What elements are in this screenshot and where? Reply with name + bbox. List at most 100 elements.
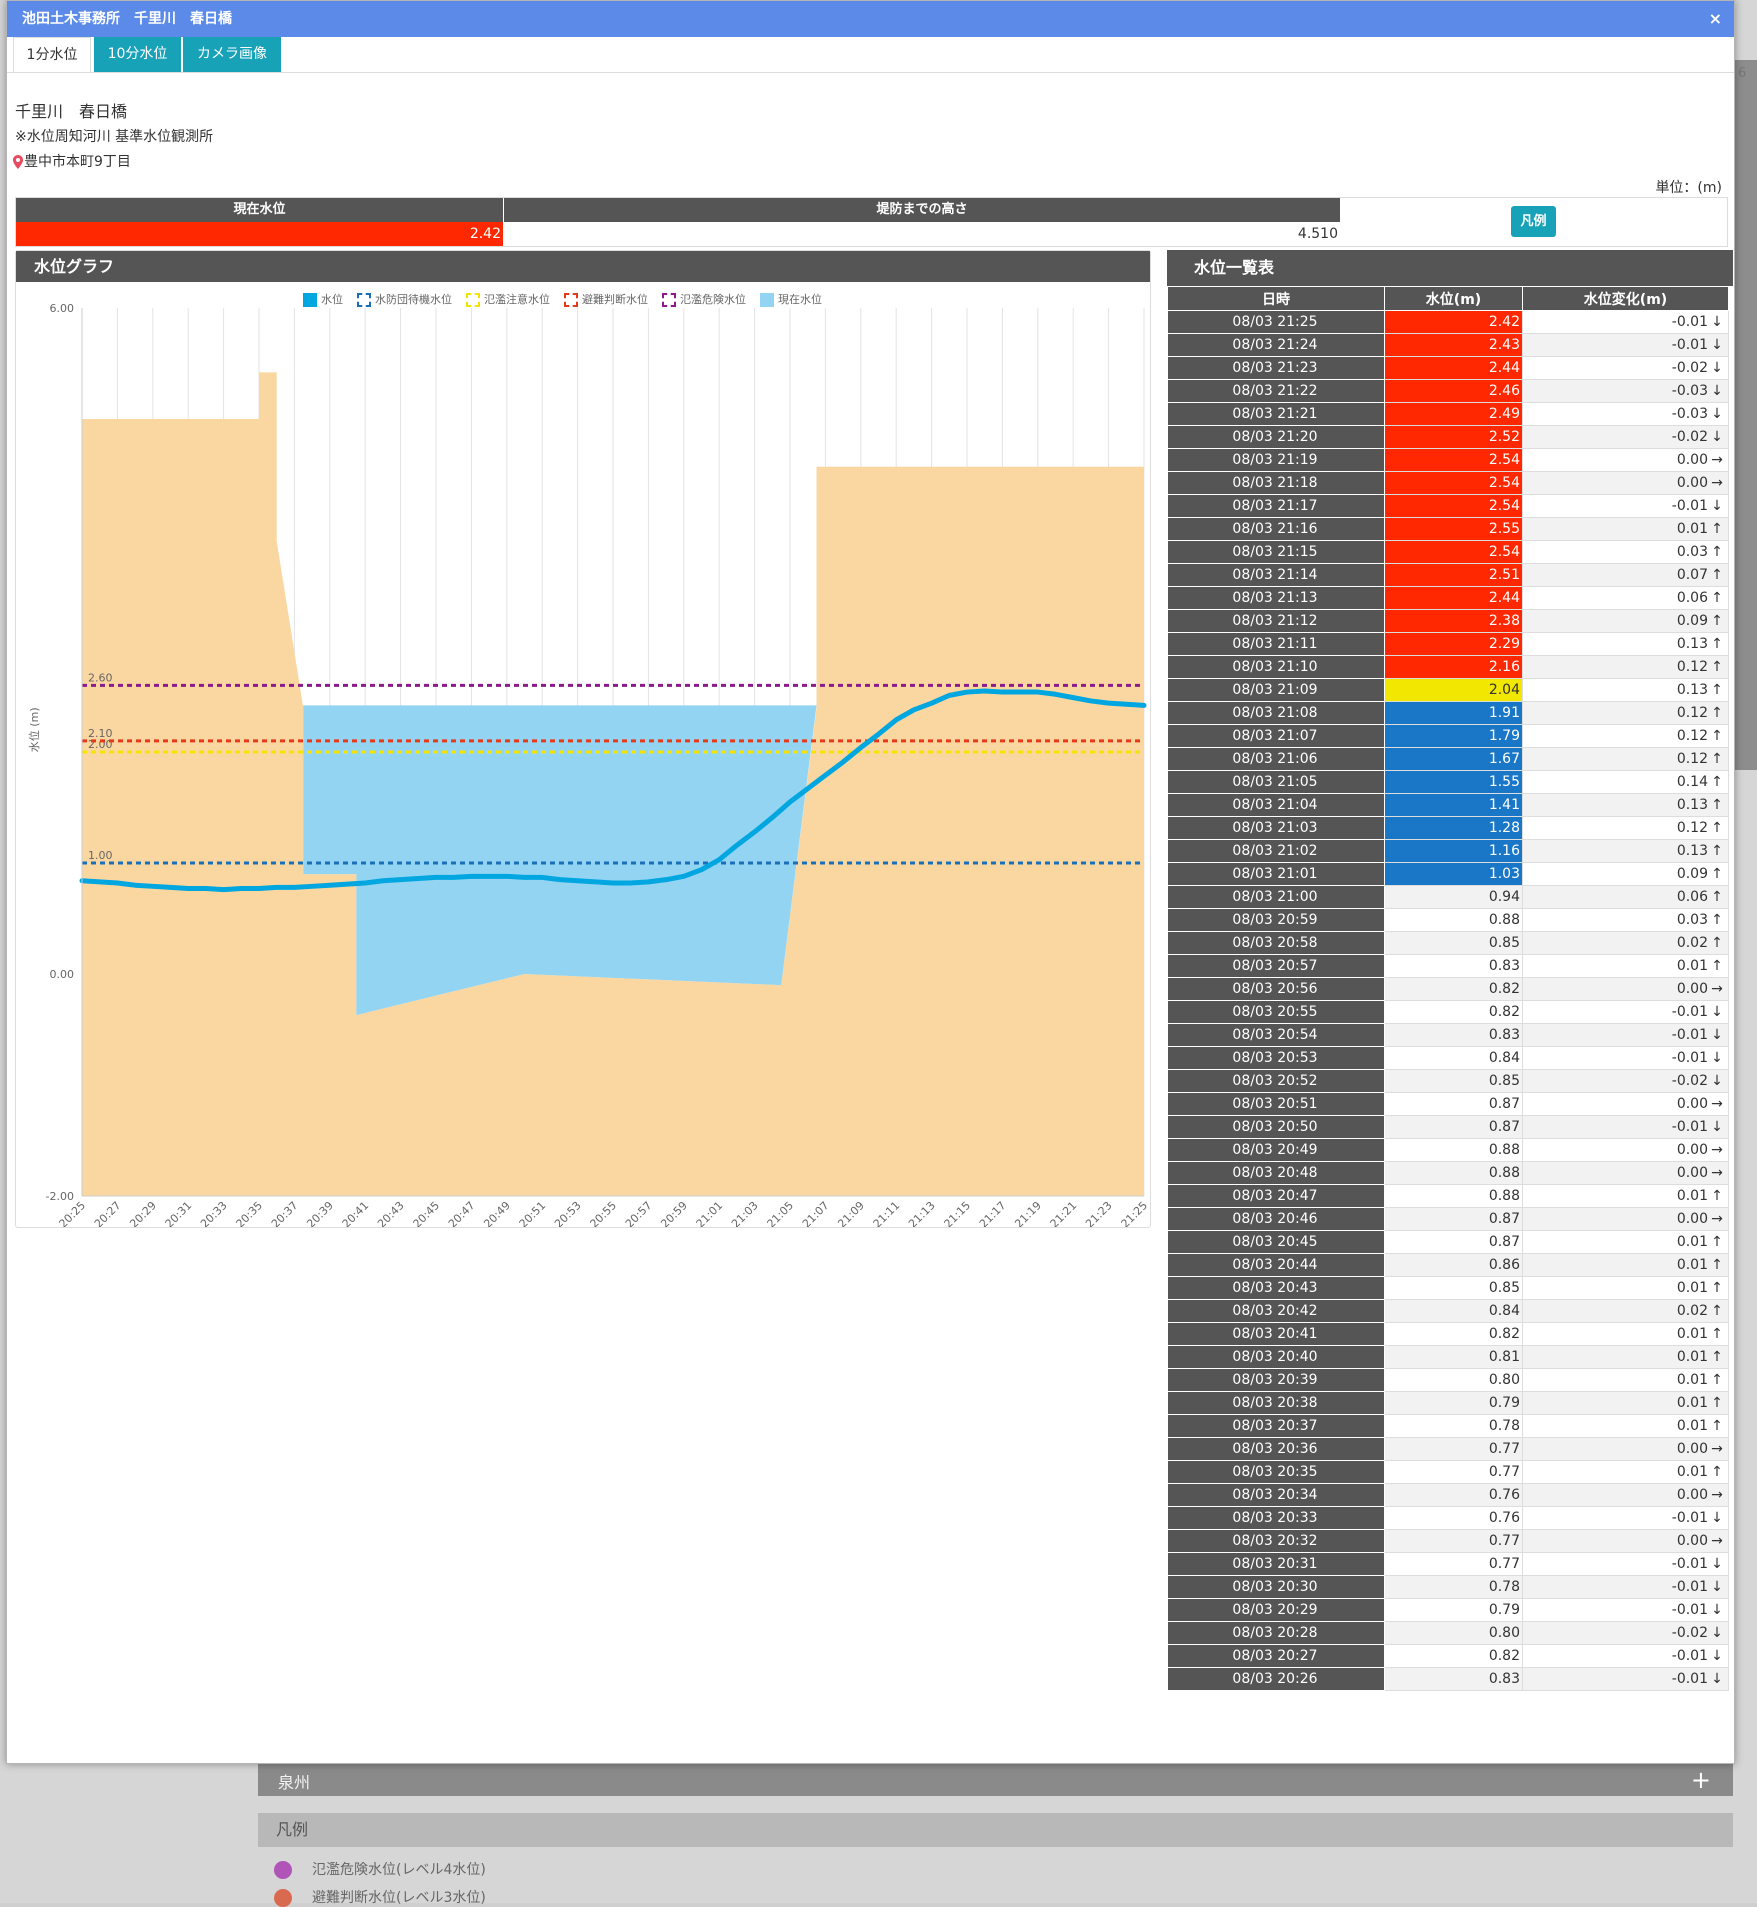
table-row: 08/03 21:25 2.42 -0.01 ↓ — [1167, 310, 1729, 334]
row-change-value: 0.09 — [1676, 866, 1708, 882]
panel-izumi[interactable]: 泉州 + — [258, 1762, 1733, 1796]
arrow-up-icon: ↑ — [1711, 544, 1723, 560]
x-tick-label: 21:13 — [906, 1199, 938, 1227]
arrow-down-icon: ↓ — [1711, 1671, 1723, 1687]
row-datetime: 08/03 20:52 — [1167, 1069, 1385, 1093]
chart-legend-item[interactable]: 水防団待機水位 — [357, 291, 452, 307]
row-change: -0.02 ↓ — [1522, 356, 1729, 380]
chart-legend-item[interactable]: 避難判断水位 — [564, 291, 648, 307]
legend-item-label: 氾濫危険水位(レベル4水位) — [312, 1862, 486, 1878]
row-change: 0.02 ↑ — [1522, 1299, 1729, 1323]
chart-legend-item[interactable]: 氾濫危険水位 — [662, 291, 746, 307]
row-level: 1.79 — [1384, 724, 1523, 748]
legend-panel-title[interactable]: 凡例 — [258, 1813, 1733, 1847]
row-datetime: 08/03 21:25 — [1167, 310, 1385, 334]
row-level: 0.86 — [1384, 1253, 1523, 1277]
arrow-up-icon: ↑ — [1711, 1234, 1723, 1250]
row-datetime: 08/03 21:22 — [1167, 379, 1385, 403]
row-change: -0.01 ↓ — [1522, 494, 1729, 518]
tab-camera[interactable]: カメラ画像 — [183, 37, 281, 73]
table-row: 08/03 20:57 0.83 0.01 ↑ — [1167, 954, 1729, 978]
x-tick-label: 20:57 — [623, 1199, 655, 1227]
plus-icon[interactable]: + — [1691, 1766, 1711, 1794]
row-change-value: 0.01 — [1676, 1257, 1708, 1273]
x-tick-label: 20:37 — [269, 1199, 301, 1227]
row-level: 1.67 — [1384, 747, 1523, 771]
arrow-up-icon: ↑ — [1711, 521, 1723, 537]
row-change-value: 0.02 — [1676, 1303, 1708, 1319]
table-row: 08/03 21:16 2.55 0.01 ↑ — [1167, 517, 1729, 541]
header-datetime: 日時 — [1167, 286, 1385, 311]
row-change: -0.02 ↓ — [1522, 1069, 1729, 1093]
arrow-up-icon: ↑ — [1711, 1349, 1723, 1365]
row-level: 2.38 — [1384, 609, 1523, 633]
row-datetime: 08/03 20:50 — [1167, 1115, 1385, 1139]
row-level: 2.16 — [1384, 655, 1523, 679]
row-datetime: 08/03 21:20 — [1167, 425, 1385, 449]
table-row: 08/03 21:15 2.54 0.03 ↑ — [1167, 540, 1729, 564]
row-level: 2.44 — [1384, 356, 1523, 380]
row-datetime: 08/03 20:36 — [1167, 1437, 1385, 1461]
arrow-right-icon: → — [1711, 981, 1723, 997]
y-tick-label: 6.00 — [50, 302, 75, 315]
row-level: 0.76 — [1384, 1483, 1523, 1507]
arrow-down-icon: ↓ — [1711, 498, 1723, 514]
chart-legend-label: 避難判断水位 — [582, 293, 648, 306]
row-level: 1.03 — [1384, 862, 1523, 886]
chart-legend-item[interactable]: 水位 — [303, 291, 343, 307]
arrow-up-icon: ↑ — [1711, 659, 1723, 675]
legend-swatch-icon — [303, 293, 317, 307]
row-change: 0.13 ↑ — [1522, 678, 1729, 702]
arrow-up-icon: ↑ — [1711, 1280, 1723, 1296]
arrow-up-icon: ↑ — [1711, 889, 1723, 905]
row-change: 0.12 ↑ — [1522, 816, 1729, 840]
legend-swatch-icon — [357, 293, 371, 307]
row-change-value: -0.01 — [1671, 498, 1708, 514]
row-level: 2.54 — [1384, 494, 1523, 518]
row-datetime: 08/03 21:07 — [1167, 724, 1385, 748]
arrow-up-icon: ↑ — [1711, 1464, 1723, 1480]
table-row: 08/03 20:31 0.77 -0.01 ↓ — [1167, 1552, 1729, 1576]
tab-10min[interactable]: 10分水位 — [94, 37, 181, 73]
row-level: 0.77 — [1384, 1529, 1523, 1553]
row-change: 0.06 ↑ — [1522, 586, 1729, 610]
table-row: 08/03 21:09 2.04 0.13 ↑ — [1167, 678, 1729, 702]
row-level: 2.54 — [1384, 471, 1523, 495]
arrow-up-icon: ↑ — [1711, 636, 1723, 652]
row-change: -0.03 ↓ — [1522, 402, 1729, 426]
chart-legend-item[interactable]: 現在水位 — [760, 291, 822, 307]
x-tick-label: 20:47 — [446, 1199, 478, 1227]
graph-title: 水位グラフ — [16, 251, 1150, 282]
tab-divider — [7, 72, 1734, 73]
table-row: 08/03 20:40 0.81 0.01 ↑ — [1167, 1345, 1729, 1369]
summary-table: 現在水位 堤防までの高さ 2.42 4.510 — [15, 197, 1728, 247]
levee-height-header: 堤防までの高さ — [504, 198, 1340, 222]
row-level: 0.79 — [1384, 1391, 1523, 1415]
threshold-label: 2.10 — [88, 727, 113, 740]
table-row: 08/03 21:03 1.28 0.12 ↑ — [1167, 816, 1729, 840]
table-row: 08/03 21:18 2.54 0.00 → — [1167, 471, 1729, 495]
arrow-up-icon: ↑ — [1711, 1326, 1723, 1342]
current-level-header: 現在水位 — [16, 198, 503, 222]
table-row: 08/03 21:24 2.43 -0.01 ↓ — [1167, 333, 1729, 357]
arrow-down-icon: ↓ — [1711, 1556, 1723, 1572]
table-row: 08/03 20:39 0.80 0.01 ↑ — [1167, 1368, 1729, 1392]
tab-1min[interactable]: 1分水位 — [13, 37, 91, 73]
legend-button[interactable]: 凡例 — [1511, 206, 1556, 237]
row-datetime: 08/03 20:37 — [1167, 1414, 1385, 1438]
x-tick-label: 21:11 — [871, 1199, 903, 1227]
close-icon[interactable]: × — [1709, 1, 1722, 37]
row-datetime: 08/03 21:05 — [1167, 770, 1385, 794]
row-change: 0.09 ↑ — [1522, 862, 1729, 886]
station-address: 豊中市本町9丁目 — [13, 151, 131, 171]
chart-legend-item[interactable]: 氾濫注意水位 — [466, 291, 550, 307]
arrow-up-icon: ↑ — [1711, 1188, 1723, 1204]
row-level: 0.78 — [1384, 1575, 1523, 1599]
row-level: 1.28 — [1384, 816, 1523, 840]
x-tick-label: 21:17 — [977, 1199, 1009, 1227]
row-change-value: 0.01 — [1676, 1418, 1708, 1434]
row-change: 0.00 → — [1522, 1207, 1729, 1231]
table-row: 08/03 21:17 2.54 -0.01 ↓ — [1167, 494, 1729, 518]
levee-height-value: 4.510 — [504, 222, 1340, 246]
table-row: 08/03 20:56 0.82 0.00 → — [1167, 977, 1729, 1001]
